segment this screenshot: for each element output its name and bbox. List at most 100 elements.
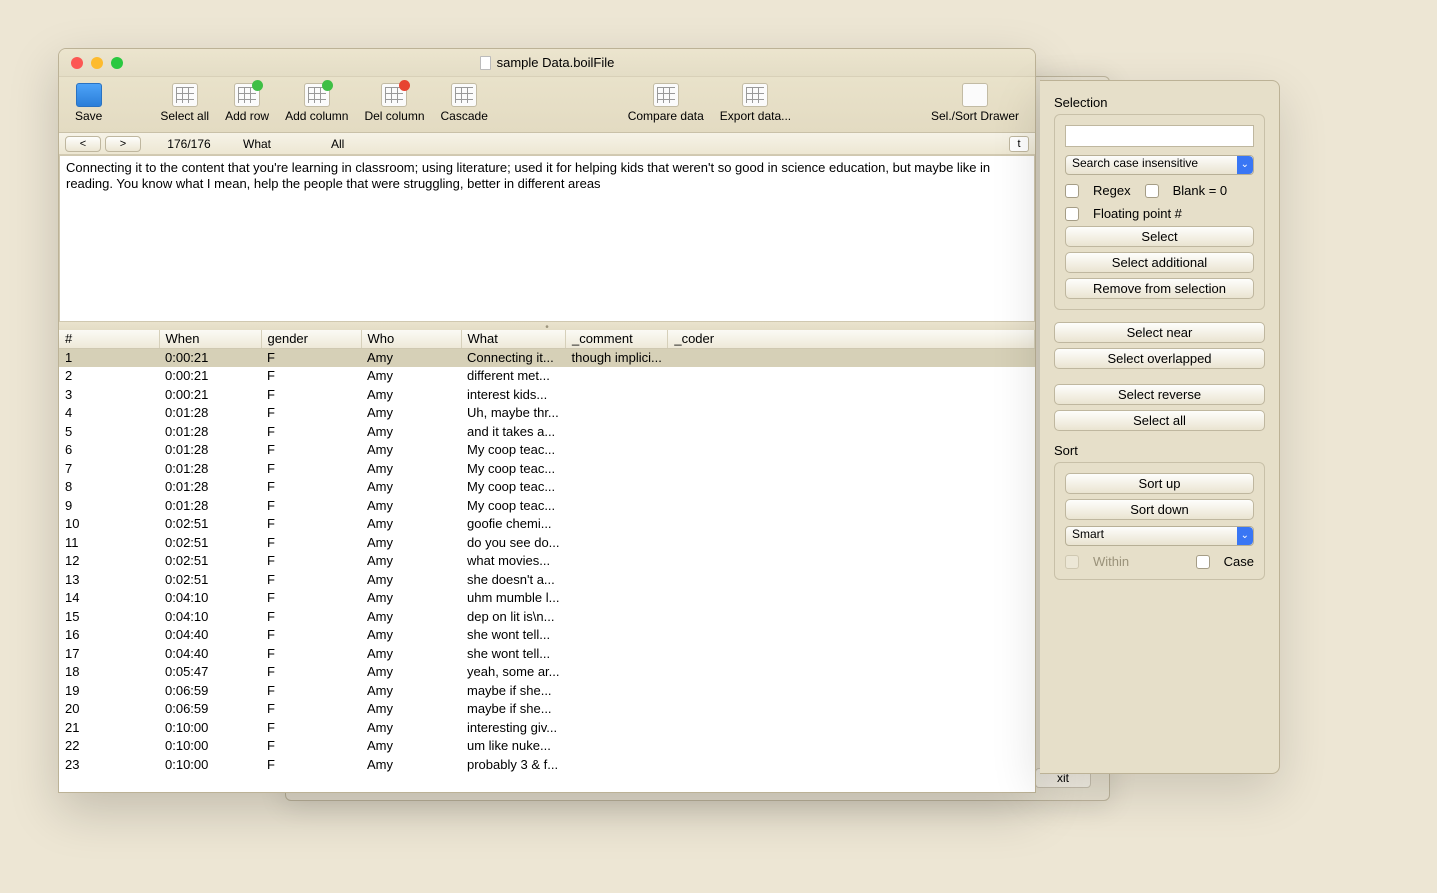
- table-cell: [566, 570, 668, 589]
- table-cell: [566, 496, 668, 515]
- table-cell: Amy: [361, 663, 461, 682]
- table-cell: F: [261, 385, 361, 404]
- column-header[interactable]: gender: [261, 330, 361, 348]
- blank0-checkbox[interactable]: [1145, 184, 1159, 198]
- table-row[interactable]: 30:00:21FAmyinterest kids...: [59, 385, 1035, 404]
- table-row[interactable]: 140:04:10FAmyuhm mumble l...: [59, 589, 1035, 608]
- table-row[interactable]: 50:01:28FAmy and it takes a...: [59, 422, 1035, 441]
- column-header[interactable]: When: [159, 330, 261, 348]
- search-input[interactable]: [1065, 125, 1254, 147]
- table-cell: 0:04:10: [159, 589, 261, 608]
- column-header[interactable]: _coder: [668, 330, 1035, 348]
- selection-heading: Selection: [1054, 95, 1265, 110]
- table-row[interactable]: 80:01:28FAmyMy coop teac...: [59, 478, 1035, 497]
- table-row[interactable]: 20:00:21FAmydifferent met...: [59, 367, 1035, 386]
- save-icon: [76, 83, 102, 107]
- export-data-button[interactable]: Export data...: [712, 81, 799, 125]
- detail-textarea[interactable]: Connecting it to the content that you're…: [59, 155, 1035, 322]
- table-row[interactable]: 60:01:28FAmyMy coop teac...: [59, 441, 1035, 460]
- table-row[interactable]: 180:05:47FAmyyeah, some ar...: [59, 663, 1035, 682]
- table-cell: Connecting it...: [461, 348, 566, 367]
- table-cell: F: [261, 700, 361, 719]
- column-header[interactable]: #: [59, 330, 159, 348]
- select-near-button[interactable]: Select near: [1054, 322, 1265, 343]
- search-mode-select[interactable]: Search case insensitive⌄: [1065, 155, 1254, 175]
- splitter-handle[interactable]: •: [59, 322, 1035, 330]
- table-row[interactable]: 90:01:28FAmyMy coop teac...: [59, 496, 1035, 515]
- select-additional-button[interactable]: Select additional: [1065, 252, 1254, 273]
- prev-button[interactable]: <: [65, 136, 101, 152]
- sort-mode-select[interactable]: Smart⌄: [1065, 526, 1254, 546]
- add-column-button[interactable]: Add column: [277, 81, 356, 125]
- sort-down-button[interactable]: Sort down: [1065, 499, 1254, 520]
- column-header[interactable]: Who: [361, 330, 461, 348]
- table-cell: Amy: [361, 607, 461, 626]
- float-checkbox[interactable]: [1065, 207, 1079, 221]
- table-cell: F: [261, 404, 361, 423]
- table-cell: F: [261, 496, 361, 515]
- table-cell: [566, 700, 668, 719]
- table-row[interactable]: 200:06:59FAmymaybe if she...: [59, 700, 1035, 719]
- select-reverse-button[interactable]: Select reverse: [1054, 384, 1265, 405]
- table-row[interactable]: 230:10:00FAmyprobably 3 & f...: [59, 755, 1035, 774]
- cascade-button[interactable]: Cascade: [433, 81, 496, 125]
- table-cell: F: [261, 533, 361, 552]
- select-all-button-drawer[interactable]: Select all: [1054, 410, 1265, 431]
- table-row[interactable]: 130:02:51FAmyshe doesn't a...: [59, 570, 1035, 589]
- save-label: Save: [75, 109, 102, 123]
- table-cell: probably 3 & f...: [461, 755, 566, 774]
- data-table-scroll[interactable]: #WhengenderWhoWhat_comment_coder 10:00:2…: [59, 330, 1035, 792]
- add-row-button[interactable]: Add row: [217, 81, 277, 125]
- sort-up-button[interactable]: Sort up: [1065, 473, 1254, 494]
- compare-data-label: Compare data: [628, 109, 704, 123]
- table-cell: F: [261, 459, 361, 478]
- select-overlapped-button[interactable]: Select overlapped: [1054, 348, 1265, 369]
- column-header[interactable]: _comment: [566, 330, 668, 348]
- table-row[interactable]: 110:02:51FAmydo you see do...: [59, 533, 1035, 552]
- table-row[interactable]: 220:10:00FAmyum like nuke...: [59, 737, 1035, 756]
- table-row[interactable]: 160:04:40FAmyshe wont tell...: [59, 626, 1035, 645]
- table-cell: 20: [59, 700, 159, 719]
- table-cell: though implici...: [566, 348, 668, 367]
- table-cell: [668, 478, 1035, 497]
- t-button[interactable]: t: [1009, 136, 1029, 152]
- select-all-button[interactable]: Select all: [152, 81, 217, 125]
- table-row[interactable]: 10:00:21FAmyConnecting it...though impli…: [59, 348, 1035, 367]
- table-row[interactable]: 100:02:51FAmy goofie chemi...: [59, 515, 1035, 534]
- sel-sort-drawer-button[interactable]: Sel./Sort Drawer: [923, 81, 1027, 125]
- remove-from-selection-button[interactable]: Remove from selection: [1065, 278, 1254, 299]
- regex-checkbox[interactable]: [1065, 184, 1079, 198]
- table-cell: [566, 404, 668, 423]
- next-button[interactable]: >: [105, 136, 141, 152]
- sort-heading: Sort: [1054, 443, 1265, 458]
- del-column-button[interactable]: Del column: [356, 81, 432, 125]
- chevron-down-icon: ⌄: [1241, 530, 1249, 541]
- table-row[interactable]: 190:06:59FAmymaybe if she...: [59, 681, 1035, 700]
- compare-data-button[interactable]: Compare data: [620, 81, 712, 125]
- table-cell: [566, 718, 668, 737]
- table-cell: [668, 718, 1035, 737]
- table-row[interactable]: 210:10:00FAmyinteresting giv...: [59, 718, 1035, 737]
- case-checkbox[interactable]: [1196, 555, 1210, 569]
- selection-panel: Search case insensitive⌄ Regex Blank = 0…: [1054, 114, 1265, 310]
- save-button[interactable]: Save: [67, 81, 110, 125]
- table-cell: 0:02:51: [159, 570, 261, 589]
- table-cell: [566, 385, 668, 404]
- table-cell: dep on lit is\n...: [461, 607, 566, 626]
- regex-label: Regex: [1093, 183, 1131, 198]
- case-label: Case: [1224, 554, 1254, 569]
- table-cell: 11: [59, 533, 159, 552]
- table-row[interactable]: 70:01:28FAmyMy coop teac...: [59, 459, 1035, 478]
- table-row[interactable]: 120:02:51FAmywhat movies...: [59, 552, 1035, 571]
- table-row[interactable]: 40:01:28FAmyUh, maybe thr...: [59, 404, 1035, 423]
- table-cell: [668, 626, 1035, 645]
- table-cell: [668, 496, 1035, 515]
- sel-sort-drawer: Selection Search case insensitive⌄ Regex…: [1040, 80, 1280, 774]
- select-button[interactable]: Select: [1065, 226, 1254, 247]
- table-cell: Amy: [361, 367, 461, 386]
- column-header[interactable]: What: [461, 330, 566, 348]
- table-row[interactable]: 150:04:10FAmydep on lit is\n...: [59, 607, 1035, 626]
- table-cell: 0:06:59: [159, 681, 261, 700]
- table-row[interactable]: 170:04:40FAmyshe wont tell...: [59, 644, 1035, 663]
- table-cell: [566, 478, 668, 497]
